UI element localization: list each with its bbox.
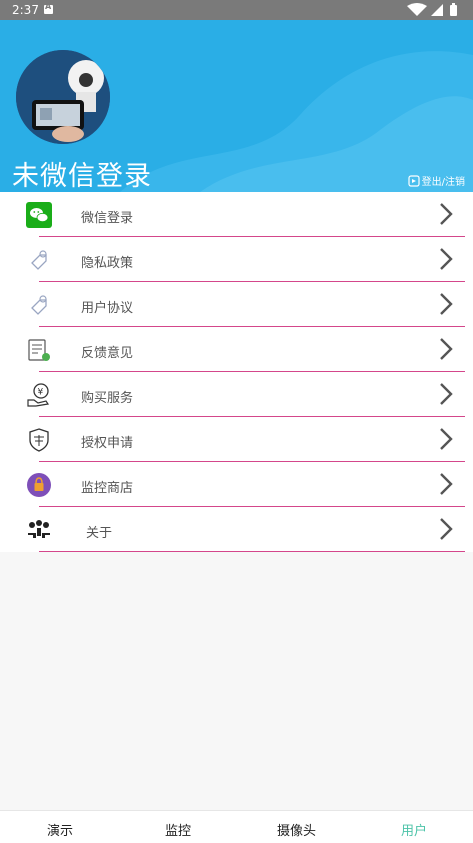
battery-icon bbox=[450, 3, 457, 16]
wechat-icon bbox=[26, 202, 52, 228]
tab-user[interactable]: 用户 bbox=[401, 820, 427, 839]
bottom-nav: 演示 监控 摄像头 用户 bbox=[0, 810, 473, 843]
tab-monitor[interactable]: 监控 bbox=[165, 820, 191, 839]
tag-icon bbox=[31, 250, 47, 270]
menu-item-purchase-service[interactable]: ¥ 购买服务 bbox=[0, 372, 473, 417]
people-icon bbox=[28, 520, 50, 538]
chevron-right-icon bbox=[440, 383, 453, 405]
chevron-right-icon bbox=[440, 248, 453, 270]
authorize-shield-icon bbox=[29, 428, 49, 452]
avatar[interactable] bbox=[16, 50, 110, 144]
logout-icon bbox=[408, 174, 420, 187]
status-time: 2:37 bbox=[12, 3, 39, 17]
menu-item-user-agreement[interactable]: 用户协议 bbox=[0, 282, 473, 327]
menu-item-label: 用户协议 bbox=[81, 301, 134, 316]
tab-camera[interactable]: 摄像头 bbox=[277, 820, 316, 839]
menu-item-label: 购买服务 bbox=[81, 391, 134, 406]
purchase-icon: ¥ bbox=[27, 383, 50, 407]
logout-label: 登出/注销 bbox=[421, 177, 465, 188]
menu-item-label: 监控商店 bbox=[81, 481, 134, 496]
menu-item-feedback[interactable]: 反馈意见 bbox=[0, 327, 473, 372]
logout-button[interactable]: 登出/注销 bbox=[408, 173, 465, 188]
wifi-icon bbox=[407, 3, 427, 16]
chevron-right-icon bbox=[440, 338, 453, 360]
menu-item-monitor-shop[interactable]: 监控商店 bbox=[0, 462, 473, 507]
profile-header: 未微信登录 登出/注销 bbox=[0, 20, 473, 192]
menu-item-label: 授权申请 bbox=[81, 436, 134, 451]
menu-item-label: 反馈意见 bbox=[81, 346, 134, 361]
menu-list: 微信登录 隐私政策 用户协议 反馈意见 ¥ 购买服务 授权申请 监控商店 关于 bbox=[0, 192, 473, 552]
menu-item-wechat-login[interactable]: 微信登录 bbox=[0, 192, 473, 237]
menu-item-label: 隐私政策 bbox=[81, 256, 134, 271]
svg-text:¥: ¥ bbox=[38, 388, 44, 398]
chevron-right-icon bbox=[440, 473, 453, 495]
chevron-right-icon bbox=[440, 203, 453, 225]
camera-phone-avatar-image bbox=[16, 50, 110, 144]
notification-icon: A bbox=[44, 2, 53, 14]
chevron-right-icon bbox=[440, 428, 453, 450]
menu-item-privacy-policy[interactable]: 隐私政策 bbox=[0, 237, 473, 282]
menu-item-label: 微信登录 bbox=[81, 211, 134, 226]
signal-icon bbox=[431, 4, 443, 16]
menu-item-about[interactable]: 关于 bbox=[0, 507, 473, 552]
menu-item-label: 关于 bbox=[86, 526, 113, 541]
chevron-right-icon bbox=[440, 293, 453, 315]
chevron-right-icon bbox=[440, 518, 453, 540]
tab-demo[interactable]: 演示 bbox=[47, 820, 73, 839]
username: 未微信登录 bbox=[12, 161, 152, 192]
feedback-icon bbox=[28, 339, 50, 361]
divider bbox=[39, 551, 465, 552]
status-bar: 2:37 A bbox=[0, 0, 473, 20]
shop-icon bbox=[27, 473, 51, 497]
status-icons bbox=[407, 3, 457, 16]
menu-item-authorization-request[interactable]: 授权申请 bbox=[0, 417, 473, 462]
tag-icon bbox=[31, 295, 47, 315]
